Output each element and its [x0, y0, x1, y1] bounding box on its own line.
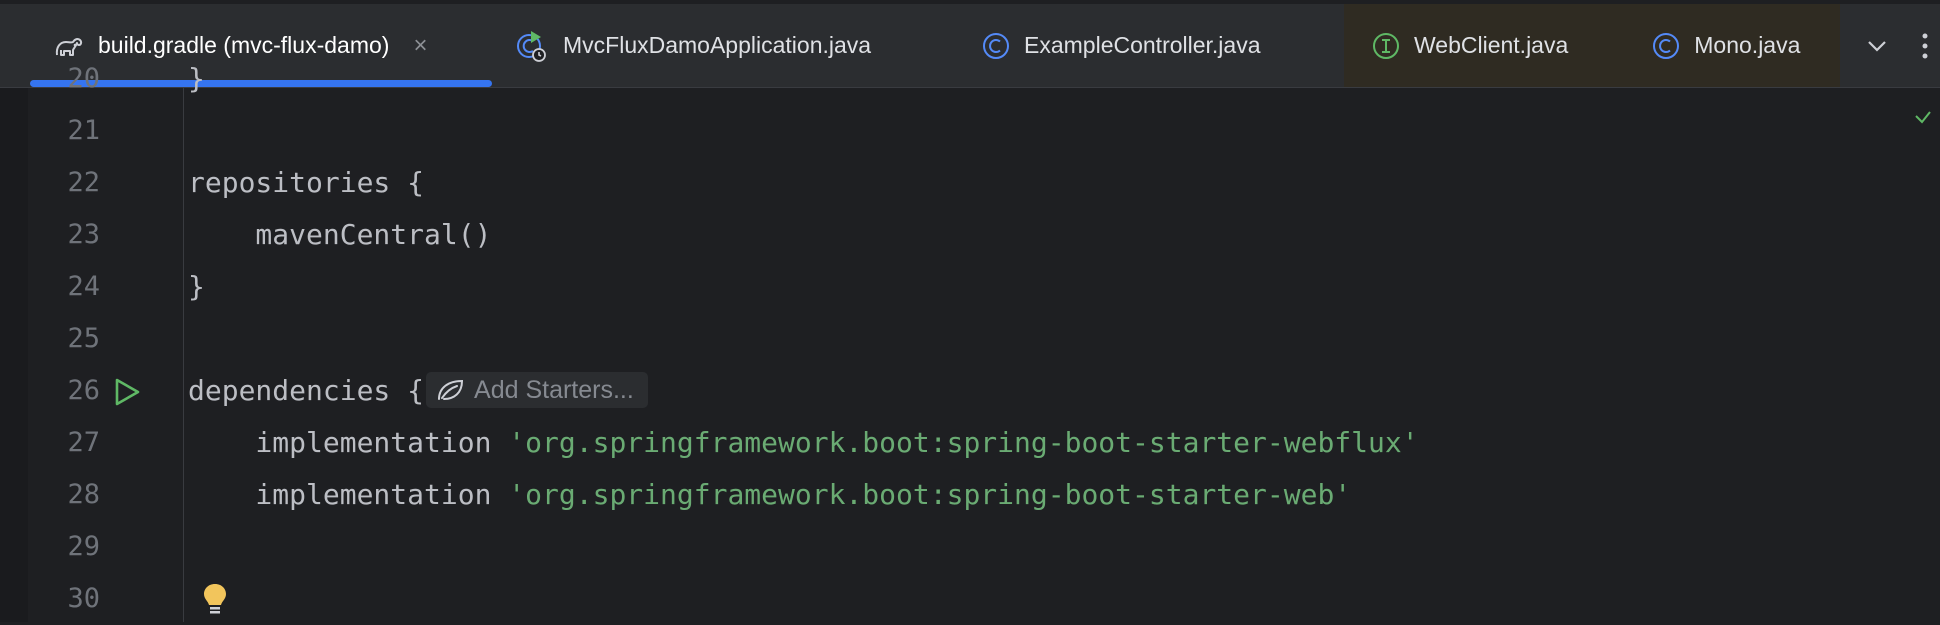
code-line: } — [188, 270, 205, 303]
string-literal: 'org.springframework.boot:spring-boot-st… — [508, 426, 1419, 459]
spring-boot-run-class-icon — [515, 29, 549, 63]
tab-examplecontroller[interactable]: ExampleController.java — [982, 4, 1261, 87]
line-number: 25 — [67, 323, 100, 354]
hint-label: Add Starters... — [474, 376, 634, 404]
tool-window-strip — [0, 88, 29, 622]
line-number: 23 — [67, 219, 100, 250]
checkmark-icon — [1914, 110, 1932, 129]
run-gutter-icon[interactable] — [112, 377, 142, 412]
code-text: implementation — [188, 426, 509, 459]
code-text: dependencies { — [188, 374, 425, 407]
tab-webclient[interactable]: WebClient.java Mono.java — [1344, 4, 1840, 87]
code-line: mavenCentral() — [188, 218, 492, 251]
code-line: } — [188, 62, 205, 95]
line-number: 27 — [67, 427, 100, 458]
tab-mvcfluxdamoapplication[interactable]: MvcFluxDamoApplication.java — [515, 4, 871, 87]
chevron-down-icon[interactable] — [1864, 4, 1890, 87]
line-number: 30 — [67, 583, 100, 614]
string-literal: 'org.springframework.boot:spring-boot-st… — [508, 478, 1352, 511]
line-number: 22 — [67, 167, 100, 198]
editor-tab-bar: build.gradle (mvc-flux-damo) × MvcFluxDa… — [0, 0, 1940, 88]
line-number: 20 — [67, 63, 100, 94]
line-number: 26 — [67, 375, 100, 406]
tab-label: WebClient.java — [1414, 32, 1569, 58]
lightbulb-icon[interactable] — [200, 582, 230, 621]
line-number: 28 — [67, 479, 100, 510]
line-number: 24 — [67, 271, 100, 302]
line-number: 29 — [67, 531, 100, 562]
tab-label: MvcFluxDamoApplication.java — [563, 32, 872, 58]
close-tab-icon[interactable]: × — [413, 32, 427, 60]
tab-label: ExampleController.java — [1024, 32, 1261, 58]
add-starters-hint[interactable]: Add Starters... — [426, 372, 648, 408]
indent-guide — [183, 88, 184, 622]
tab-build-gradle[interactable]: build.gradle (mvc-flux-damo) × — [54, 4, 427, 87]
code-line: implementation 'org.springframework.boot… — [188, 469, 1351, 521]
class-icon — [1652, 32, 1680, 60]
more-vertical-icon[interactable] — [1920, 4, 1930, 87]
code-editor[interactable]: 20 } 21 22 repositories { 23 mavenCentra… — [0, 62, 1940, 622]
code-text: implementation — [188, 478, 509, 511]
code-line: implementation 'org.springframework.boot… — [188, 417, 1419, 469]
interface-icon — [1372, 32, 1400, 60]
spring-leaf-icon — [436, 378, 466, 402]
code-line: repositories { — [188, 166, 425, 199]
class-icon — [982, 32, 1010, 60]
code-line: dependencies { Add Starters... — [188, 365, 648, 417]
tab-label-mono: Mono.java — [1694, 32, 1801, 58]
tab-label: build.gradle (mvc-flux-damo) — [98, 32, 390, 58]
line-number: 21 — [67, 115, 100, 146]
